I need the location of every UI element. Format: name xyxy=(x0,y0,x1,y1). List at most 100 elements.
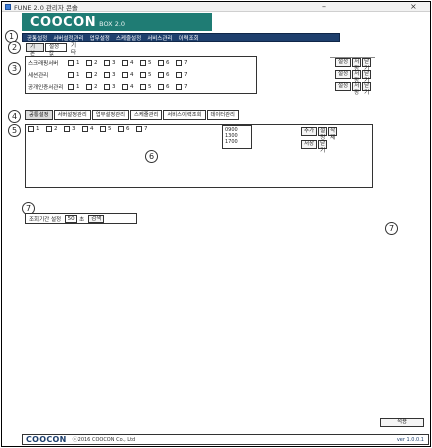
slot-row: 공개인증서관리 1 2 3 4 5 6 7 xyxy=(28,83,192,91)
search-button[interactable]: 검색 xyxy=(88,214,105,223)
service-slot-row: 1 2 3 4 5 6 7 xyxy=(28,126,152,132)
version-label: ver 1.0.0.1 xyxy=(396,437,424,443)
marker-2: 2 xyxy=(8,41,21,54)
slot-checkbox[interactable] xyxy=(176,72,182,78)
tab-schedule[interactable]: 스케줄관리 xyxy=(130,110,163,120)
menu-item-common[interactable]: 공통설정 xyxy=(27,34,47,42)
slot-checkbox[interactable] xyxy=(176,84,182,90)
tab-common[interactable]: 공통설정 xyxy=(25,110,53,120)
slot-label: 4 xyxy=(130,84,134,90)
slot-row: 스크래핑서버 1 2 3 4 5 6 7 xyxy=(28,59,192,67)
brand-subtitle: BOX 2.0 xyxy=(99,20,126,28)
slot-checkbox[interactable] xyxy=(86,72,92,78)
title-bar: FUNE 2.0 관리자 콘솔 – × xyxy=(2,2,430,12)
row-controls: 설정 저장 닫기 설정 저장 닫기 설정 저장 닫기 xyxy=(335,58,375,98)
marker-3: 3 xyxy=(8,62,21,75)
row-setting-button[interactable]: 설정 xyxy=(335,70,352,79)
service-close-button[interactable]: 닫기 xyxy=(318,140,328,154)
slot-checkbox[interactable] xyxy=(68,60,74,66)
time-list[interactable]: 0900 1300 1700 xyxy=(222,125,252,149)
time-item[interactable]: 1700 xyxy=(225,139,249,145)
slot-checkbox[interactable] xyxy=(104,60,110,66)
service-setting-button[interactable]: 설정 xyxy=(318,127,328,141)
slot-checkbox[interactable] xyxy=(140,72,146,78)
subtab-basic[interactable]: 기본 xyxy=(26,43,44,57)
tab-server[interactable]: 서버설정관리 xyxy=(53,110,91,120)
slot-label: 3 xyxy=(112,72,116,78)
slot-checkbox[interactable] xyxy=(68,72,74,78)
row-close-button[interactable]: 닫기 xyxy=(362,58,372,72)
row-setting-button[interactable]: 설정 xyxy=(335,58,352,67)
slot-checkbox[interactable] xyxy=(158,72,164,78)
slot-checkbox[interactable] xyxy=(104,72,110,78)
menu-item-history[interactable]: 이력조회 xyxy=(179,34,199,42)
filter-unit: 초 xyxy=(79,216,85,223)
service-checkbox[interactable] xyxy=(118,126,124,132)
menu-item-schedule[interactable]: 스케줄설정 xyxy=(116,34,141,42)
row-save-button[interactable]: 저장 xyxy=(352,82,362,96)
minimize-button[interactable]: – xyxy=(322,2,326,12)
slot-label: 5 xyxy=(148,84,152,90)
row-close-button[interactable]: 닫기 xyxy=(362,70,372,84)
service-tab-bar: 공통설정 서버설정관리 업무설정관리 스케줄관리 서비스이력조회 데이터관리 xyxy=(25,110,239,120)
slot-label: 2 xyxy=(94,72,98,78)
filter-bar: 조회기간 설정 50 초 검색 xyxy=(25,213,137,224)
slot-checkbox[interactable] xyxy=(104,84,110,90)
menu-item-server[interactable]: 서버설정관리 xyxy=(53,34,83,42)
slot-label: 2 xyxy=(94,60,98,66)
service-checkbox[interactable] xyxy=(46,126,52,132)
service-label: 4 xyxy=(90,126,94,132)
subtab-etc[interactable]: 기타 xyxy=(68,43,84,56)
slot-checkbox[interactable] xyxy=(122,84,128,90)
slot-label: 4 xyxy=(130,60,134,66)
row-close-button[interactable]: 닫기 xyxy=(362,82,372,96)
slot-checkbox[interactable] xyxy=(122,72,128,78)
menu-item-service[interactable]: 서비스관리 xyxy=(147,34,172,42)
slot-label: 3 xyxy=(112,60,116,66)
slot-label: 1 xyxy=(76,72,80,78)
slot-checkbox[interactable] xyxy=(122,60,128,66)
filter-label: 조회기간 설정 xyxy=(29,216,62,223)
apply-button[interactable]: 적용 xyxy=(380,418,424,427)
service-checkbox[interactable] xyxy=(28,126,34,132)
service-checkbox[interactable] xyxy=(82,126,88,132)
slot-checkbox[interactable] xyxy=(140,60,146,66)
slot-checkbox[interactable] xyxy=(140,84,146,90)
slot-label: 1 xyxy=(76,60,80,66)
slot-checkbox[interactable] xyxy=(158,60,164,66)
subtab-settings[interactable]: 설정값 xyxy=(45,43,67,57)
row-save-button[interactable]: 저장 xyxy=(352,70,362,84)
footer-bar: COOCON ⓒ2016 COOCON Co., Ltd ver 1.0.0.1 xyxy=(22,434,429,445)
row-save-button[interactable]: 저장 xyxy=(352,58,362,72)
tab-task[interactable]: 업무설정관리 xyxy=(91,110,129,120)
slot-checkbox[interactable] xyxy=(68,84,74,90)
slot-checkbox[interactable] xyxy=(158,84,164,90)
service-delete-button[interactable]: 삭제 xyxy=(328,127,338,141)
service-save-button[interactable]: 저장 xyxy=(301,140,318,149)
row-setting-button[interactable]: 설정 xyxy=(335,82,352,91)
tab-data[interactable]: 데이터관리 xyxy=(206,110,239,120)
action-circle[interactable]: 7 xyxy=(385,222,398,235)
footer-copyright: ⓒ2016 COOCON Co., Ltd xyxy=(72,437,136,443)
slot-label: 5 xyxy=(148,72,152,78)
service-checkbox[interactable] xyxy=(64,126,70,132)
slot-label: 7 xyxy=(184,84,188,90)
slot-row: 세션관리 1 2 3 4 5 6 7 xyxy=(28,71,192,79)
service-label: 1 xyxy=(36,126,40,132)
menu-item-task[interactable]: 업무설정 xyxy=(90,34,110,42)
service-checkbox[interactable] xyxy=(136,126,142,132)
close-button[interactable]: × xyxy=(410,2,417,12)
footer-logo: COOCON xyxy=(26,435,67,444)
service-checkbox[interactable] xyxy=(100,126,106,132)
filter-value-input[interactable]: 50 xyxy=(65,214,78,223)
slot-checkbox[interactable] xyxy=(86,84,92,90)
slot-label: 3 xyxy=(112,84,116,90)
slot-checkbox[interactable] xyxy=(176,60,182,66)
slot-row-label: 스크래핑서버 xyxy=(28,61,59,67)
marker-4: 4 xyxy=(8,110,21,123)
app-icon xyxy=(5,3,11,10)
service-add-button[interactable]: 추가 xyxy=(301,127,318,136)
slot-checkbox[interactable] xyxy=(86,60,92,66)
slot-label: 1 xyxy=(76,84,80,90)
tab-service-history[interactable]: 서비스이력조회 xyxy=(163,110,206,120)
